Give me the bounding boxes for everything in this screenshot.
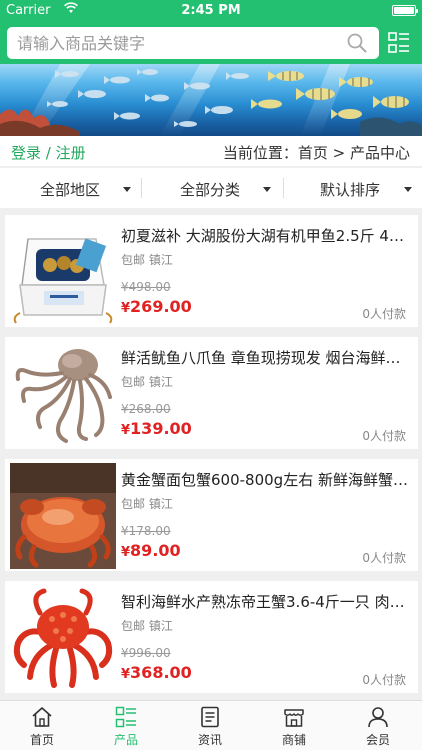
tab-member[interactable]: 会员 bbox=[336, 701, 420, 750]
search-icon[interactable] bbox=[347, 33, 367, 53]
chevron-down-icon bbox=[263, 187, 271, 192]
tab-member-label: 会员 bbox=[365, 733, 390, 747]
status-time: 2:45 PM bbox=[181, 3, 241, 18]
list-item[interactable]: 黄金蟹面包蟹600-800g左右 新鲜海鲜蟹类 活蟹 包邮 镇江 ¥178.00… bbox=[5, 459, 418, 571]
chevron-down-icon bbox=[404, 187, 412, 192]
currency-symbol: ¥ bbox=[121, 667, 131, 682]
original-price: ¥498.00 bbox=[121, 280, 171, 294]
sale-price: ¥89.00 bbox=[121, 541, 181, 560]
ocean-fish-banner[interactable] bbox=[0, 64, 422, 136]
shipping-info: 包邮 镇江 bbox=[121, 375, 173, 389]
tab-news-label: 资讯 bbox=[197, 733, 222, 747]
filter-category-label: 全部分类 bbox=[180, 181, 241, 199]
product-title[interactable]: 黄金蟹面包蟹600-800g左右 新鲜海鲜蟹类 活蟹 bbox=[121, 469, 411, 490]
bottom-tab-bar: 首页 产品 资讯 商铺 会员 bbox=[0, 700, 422, 750]
paid-count: 0人付款 bbox=[362, 307, 406, 321]
filter-region-label: 全部地区 bbox=[40, 181, 101, 199]
tab-store[interactable]: 商铺 bbox=[252, 701, 336, 750]
product-image[interactable] bbox=[10, 219, 116, 325]
original-price: ¥178.00 bbox=[121, 524, 171, 538]
top-bar: Carrier 2:45 PM bbox=[0, 0, 422, 64]
home-icon bbox=[32, 707, 52, 727]
current-location: 当前位置：首页 > 产品中心 bbox=[222, 144, 410, 162]
currency-symbol: ¥ bbox=[121, 545, 131, 560]
product-title[interactable]: 初夏滋补 大湖股份大湖有机甲鱼2.5斤 4只装 bbox=[121, 225, 411, 246]
store-icon bbox=[284, 709, 304, 727]
list-item[interactable]: 鲜活鱿鱼八爪鱼 章鱼现捞现发 烟台海鲜水产 包邮 镇江 ¥268.00 ¥139… bbox=[5, 337, 418, 449]
battery-icon bbox=[392, 5, 418, 16]
original-price: ¥996.00 bbox=[121, 646, 171, 660]
tab-news[interactable]: 资讯 bbox=[168, 701, 252, 750]
filter-category-dropdown[interactable]: 全部分类 bbox=[142, 168, 282, 208]
filter-sort-label: 默认排序 bbox=[320, 181, 381, 199]
filter-sort-dropdown[interactable]: 默认排序 bbox=[284, 168, 422, 208]
chevron-down-icon bbox=[123, 187, 131, 192]
product-title[interactable]: 鲜活鱿鱼八爪鱼 章鱼现捞现发 烟台海鲜水产 bbox=[121, 347, 411, 368]
price-value: 139.00 bbox=[130, 419, 192, 438]
status-bar: Carrier 2:45 PM bbox=[0, 0, 422, 22]
paid-count: 0人付款 bbox=[362, 429, 406, 443]
tab-products[interactable]: 产品 bbox=[84, 701, 168, 750]
filter-region-dropdown[interactable]: 全部地区 bbox=[0, 168, 140, 208]
tab-store-label: 商铺 bbox=[281, 733, 306, 747]
news-icon bbox=[201, 706, 219, 728]
search-input[interactable] bbox=[17, 27, 337, 59]
tab-home[interactable]: 首页 bbox=[0, 701, 84, 750]
product-image[interactable] bbox=[10, 463, 116, 569]
product-image[interactable] bbox=[10, 341, 116, 447]
tab-products-label: 产品 bbox=[113, 733, 138, 747]
sale-price: ¥139.00 bbox=[121, 419, 192, 438]
list-item[interactable]: 智利海鲜水产熟冻帝王蟹3.6-4斤一只 肉质饱满 包邮 镇江 ¥996.00 ¥… bbox=[5, 581, 418, 693]
product-list-icon bbox=[115, 706, 136, 728]
product-image[interactable] bbox=[10, 585, 116, 691]
login-register-link[interactable]: 登录 / 注册 bbox=[11, 142, 86, 163]
paid-count: 0人付款 bbox=[362, 673, 406, 687]
shipping-info: 包邮 镇江 bbox=[121, 253, 173, 267]
price-value: 368.00 bbox=[130, 663, 192, 682]
currency-symbol: ¥ bbox=[121, 301, 131, 316]
shipping-info: 包邮 镇江 bbox=[121, 497, 173, 511]
shipping-info: 包邮 镇江 bbox=[121, 619, 173, 633]
product-title[interactable]: 智利海鲜水产熟冻帝王蟹3.6-4斤一只 肉质饱满 bbox=[121, 591, 411, 612]
original-price: ¥268.00 bbox=[121, 402, 171, 416]
currency-symbol: ¥ bbox=[121, 423, 131, 438]
price-value: 89.00 bbox=[130, 541, 181, 560]
member-icon bbox=[368, 707, 388, 728]
search-box[interactable] bbox=[7, 27, 379, 59]
list-item[interactable]: 初夏滋补 大湖股份大湖有机甲鱼2.5斤 4只装 包邮 镇江 ¥498.00 ¥2… bbox=[5, 215, 418, 327]
price-value: 269.00 bbox=[130, 297, 192, 316]
filter-bar: 全部地区 全部分类 默认排序 bbox=[0, 168, 422, 208]
sale-price: ¥368.00 bbox=[121, 663, 192, 682]
tab-home-label: 首页 bbox=[29, 733, 54, 747]
grid-menu-icon[interactable] bbox=[388, 31, 410, 55]
paid-count: 0人付款 bbox=[362, 551, 406, 565]
sale-price: ¥269.00 bbox=[121, 297, 192, 316]
breadcrumb: 登录 / 注册 当前位置：首页 > 产品中心 bbox=[0, 136, 422, 166]
banner-illustration bbox=[0, 64, 422, 136]
